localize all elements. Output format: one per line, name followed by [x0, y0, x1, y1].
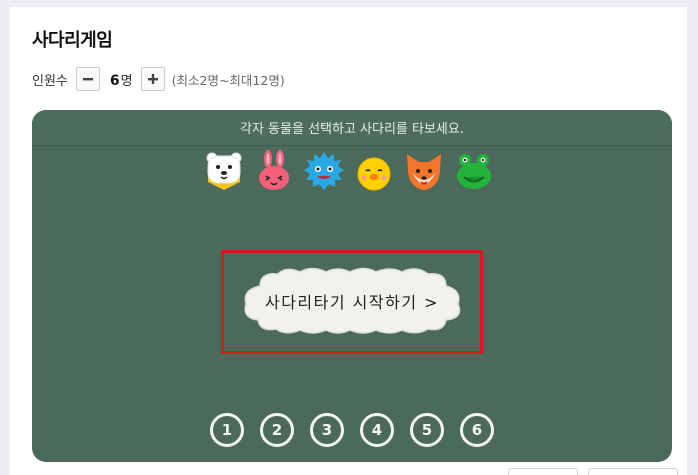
people-count-label: 인원수 — [32, 73, 68, 89]
ladder-number-3: 3 — [310, 413, 344, 447]
polar-bear-icon[interactable] — [204, 150, 244, 192]
ladder-number-5: 5 — [410, 413, 444, 447]
people-count-value: 6명 — [109, 72, 133, 89]
people-count-hint: (최소2명~최대12명) — [171, 72, 285, 88]
bottom-button-right[interactable] — [588, 468, 678, 475]
page-title: 사다리게임 — [32, 30, 113, 51]
start-ladder-label: 사다리타기 시작하기 > — [264, 293, 440, 312]
board-instruction: 각자 동물을 선택하고 사다리를 타보세요. — [32, 110, 672, 146]
start-highlight-box: 사다리타기 시작하기 > — [221, 250, 483, 354]
minus-icon — [82, 78, 93, 81]
plus-icon — [147, 74, 158, 84]
decrease-people-button[interactable] — [75, 67, 100, 91]
number-row: 1 2 3 4 5 6 — [210, 413, 500, 449]
increase-people-button[interactable] — [140, 67, 165, 91]
chick-icon[interactable] — [354, 150, 394, 192]
fox-icon[interactable] — [404, 150, 444, 192]
ladder-number-6: 6 — [460, 413, 494, 447]
people-count-unit: 명 — [120, 73, 133, 89]
bottom-button-left[interactable] — [508, 468, 578, 475]
frog-icon[interactable] — [454, 150, 494, 192]
rabbit-icon[interactable] — [254, 150, 294, 192]
hedgehog-icon[interactable] — [304, 150, 344, 192]
ladder-number-1: 1 — [210, 413, 244, 447]
ladder-game-card: 사다리게임 인원수 6명 (최소2명~최대12명) 각자 동물을 선택하고 사다… — [10, 7, 687, 475]
ladder-number-2: 2 — [260, 413, 294, 447]
ladder-board: 각자 동물을 선택하고 사다리를 타보세요. 사다리타기 시작하기 > 1 2 … — [32, 110, 672, 462]
people-count-row: 인원수 6명 (최소2명~최대12명) — [32, 67, 285, 91]
start-ladder-button[interactable]: 사다리타기 시작하기 > — [238, 266, 466, 336]
ladder-number-4: 4 — [360, 413, 394, 447]
animal-picker — [204, 150, 504, 194]
